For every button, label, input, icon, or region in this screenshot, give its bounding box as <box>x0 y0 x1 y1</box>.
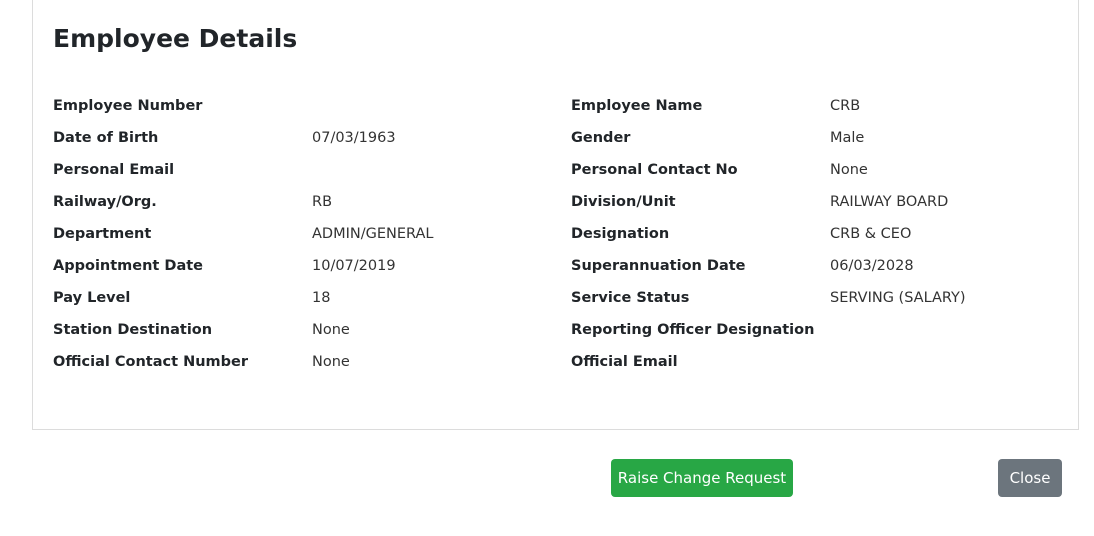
detail-row: Date of Birth 07/03/1963 Gender Male <box>53 122 1063 154</box>
detail-row: Employee Number Employee Name CRB <box>53 90 1063 122</box>
gender-label: Gender <box>571 130 631 146</box>
station-destination-label: Station Destination <box>53 322 213 338</box>
station-destination-value: None <box>312 322 350 338</box>
raise-change-request-button[interactable]: Raise Change Request <box>611 459 793 497</box>
division-unit-value: RAILWAY BOARD <box>830 194 949 210</box>
department-value: ADMIN/GENERAL <box>312 226 434 242</box>
date-of-birth-value: 07/03/1963 <box>312 130 396 146</box>
designation-value: CRB & CEO <box>830 226 912 242</box>
detail-row: Station Destination None Reporting Offic… <box>53 314 1063 346</box>
reporting-officer-designation-label: Reporting Officer Designation <box>571 322 815 338</box>
official-contact-number-label: Official Contact Number <box>53 354 249 370</box>
date-of-birth-label: Date of Birth <box>53 130 159 146</box>
railway-org-label: Railway/Org. <box>53 194 157 210</box>
detail-row: Official Contact Number None Official Em… <box>53 346 1063 378</box>
designation-label: Designation <box>571 226 670 242</box>
official-contact-number-value: None <box>312 354 350 370</box>
employee-number-label: Employee Number <box>53 98 203 114</box>
pay-level-label: Pay Level <box>53 290 131 306</box>
pay-level-value: 18 <box>312 290 331 306</box>
appointment-date-label: Appointment Date <box>53 258 203 274</box>
service-status-label: Service Status <box>571 290 690 306</box>
details-grid: Employee Number Employee Name CRB Date o… <box>53 90 1063 378</box>
official-email-label: Official Email <box>571 354 678 370</box>
close-button[interactable]: Close <box>998 459 1062 497</box>
personal-email-label: Personal Email <box>53 162 175 178</box>
railway-org-value: RB <box>312 194 333 210</box>
department-label: Department <box>53 226 152 242</box>
detail-row: Appointment Date 10/07/2019 Superannuati… <box>53 250 1063 282</box>
detail-row: Department ADMIN/GENERAL Designation CRB… <box>53 218 1063 250</box>
superannuation-date-value: 06/03/2028 <box>830 258 914 274</box>
personal-contact-value: None <box>830 162 868 178</box>
personal-contact-label: Personal Contact No <box>571 162 738 178</box>
division-unit-label: Division/Unit <box>571 194 676 210</box>
detail-row: Personal Email Personal Contact No None <box>53 154 1063 186</box>
superannuation-date-label: Superannuation Date <box>571 258 746 274</box>
page-title: Employee Details <box>53 24 298 53</box>
detail-row: Pay Level 18 Service Status SERVING (SAL… <box>53 282 1063 314</box>
employee-name-value: CRB <box>830 98 861 114</box>
employee-name-label: Employee Name <box>571 98 703 114</box>
service-status-value: SERVING (SALARY) <box>830 290 966 306</box>
detail-row: Railway/Org. RB Division/Unit RAILWAY BO… <box>53 186 1063 218</box>
appointment-date-value: 10/07/2019 <box>312 258 396 274</box>
gender-value: Male <box>830 130 865 146</box>
